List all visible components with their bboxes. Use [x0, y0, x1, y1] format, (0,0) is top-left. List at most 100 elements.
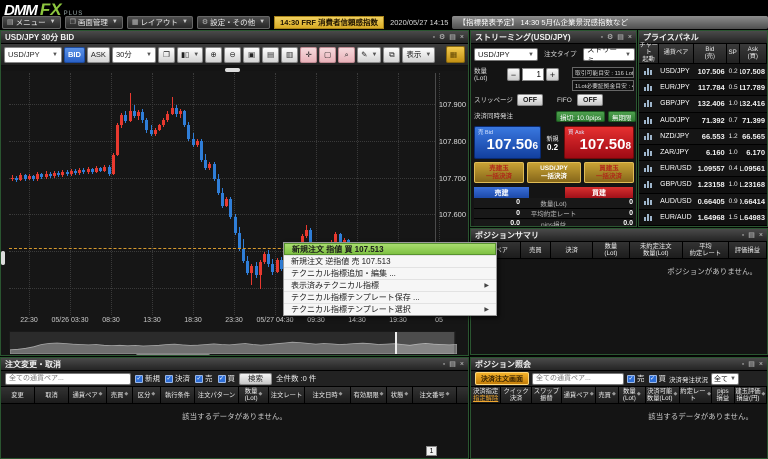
ask-value[interactable]: 117.789	[740, 83, 767, 92]
column-header[interactable]: 注文番号 ◆	[413, 387, 457, 404]
settings-icon[interactable]: ⚙	[439, 34, 445, 41]
print-icon[interactable]: ▤	[748, 361, 755, 368]
left-resize-handle[interactable]	[1, 251, 5, 265]
ask-value[interactable]: 0.66414	[740, 197, 767, 206]
chart-launch-icon[interactable]	[644, 116, 653, 124]
fit-chart-icon[interactable]: ▣	[243, 46, 261, 63]
orders-filter-checkbox[interactable]: ✓ 買	[217, 373, 235, 384]
chart-launch-icon[interactable]	[644, 213, 653, 221]
quick-order-icon[interactable]: ▦	[446, 46, 465, 63]
chart-type-select[interactable]: ▮▯ ▼	[176, 46, 204, 63]
economic-indicator-ticker[interactable]: 14:30 FRF 消費者信頼感指数	[274, 15, 385, 29]
qty-minus-button[interactable]: −	[507, 68, 520, 81]
column-header[interactable]: 建玉評価 損益(円) ◆	[735, 387, 767, 404]
close-icon[interactable]: ×	[759, 232, 763, 239]
chart-launch-icon[interactable]	[644, 149, 653, 157]
chart-launch-icon[interactable]	[644, 181, 653, 189]
close-all-sell-button[interactable]: 売建玉 一括決済	[474, 162, 524, 183]
close-icon[interactable]: ×	[460, 361, 464, 368]
sell-bid-button[interactable]: 売 Bid 107.506	[474, 126, 541, 159]
column-header[interactable]: 区分 ◆	[133, 387, 161, 404]
ask-value[interactable]: 1.23168	[740, 180, 767, 189]
bid-value[interactable]: 0.66405	[694, 197, 727, 206]
crosshair-icon[interactable]: ✛	[300, 46, 318, 63]
pair-select[interactable]: USD/JPY ▼	[4, 46, 62, 63]
chart-launch-icon[interactable]	[644, 197, 653, 205]
qty-input[interactable]	[522, 68, 544, 81]
no-expiry-badge[interactable]: 無期限	[608, 111, 636, 122]
print-icon[interactable]: ▤	[617, 34, 624, 41]
bid-value[interactable]: 1.09557	[694, 164, 727, 173]
bid-toggle-button[interactable]: BID	[64, 46, 85, 63]
ask-value[interactable]: 1.64983	[740, 213, 767, 222]
close-order-screen-button[interactable]: 決済注文画面	[475, 372, 529, 385]
fit-width-icon[interactable]: ▤	[262, 46, 280, 63]
chart-launch-icon[interactable]	[644, 100, 653, 108]
minimize-icon[interactable]: ▫	[433, 34, 435, 41]
orders-pair-filter-input[interactable]	[5, 372, 131, 385]
ask-value[interactable]: 71.399	[740, 116, 767, 125]
context-menu-item[interactable]: 新規注文 逆指値 売 107.513	[284, 255, 496, 267]
bid-value[interactable]: 1.23158	[694, 180, 727, 189]
close-icon[interactable]: ×	[759, 361, 763, 368]
close-all-buy-button[interactable]: 買建玉 一括決済	[584, 162, 634, 183]
display-menu-button[interactable]: 表示 ▼	[402, 46, 436, 63]
duplicate-chart-icon[interactable]: ❐	[157, 46, 175, 63]
column-header[interactable]: 通貨ペア ◆	[562, 387, 597, 404]
ask-toggle-button[interactable]: ASK	[86, 46, 110, 63]
orders-filter-checkbox[interactable]: ✓ 新規	[135, 373, 160, 384]
column-header[interactable]: 売買 ◆	[596, 387, 619, 404]
close-order-status-select[interactable]: 全て ▼	[711, 372, 739, 385]
settings-icon[interactable]: ⚙	[607, 34, 613, 41]
column-header[interactable]: 約定レート ◆	[680, 387, 712, 404]
context-menu-item[interactable]: テクニカル指標テンプレート選択 ▶	[284, 303, 496, 315]
minimize-icon[interactable]: ▫	[443, 361, 445, 368]
print-icon[interactable]: ▤	[748, 232, 755, 239]
positions-pair-filter-input[interactable]	[532, 372, 624, 385]
fifo-toggle[interactable]: OFF	[577, 94, 603, 106]
stop-loss-badge[interactable]: 損切: 10.0pips	[556, 111, 606, 122]
column-header[interactable]: 注文日時 ◆	[305, 387, 351, 404]
zoom-out-icon[interactable]: ⊖	[224, 46, 242, 63]
bid-value[interactable]: 132.406	[694, 99, 727, 108]
ask-value[interactable]: 1.09561	[740, 164, 767, 173]
settings-other-button[interactable]: ⚙ 設定・その他 ▼	[196, 15, 271, 29]
bid-value[interactable]: 107.506	[694, 67, 727, 76]
bid-value[interactable]: 6.160	[694, 148, 727, 157]
close-all-pair-button[interactable]: USD/JPY 一括決済	[527, 162, 581, 183]
print-icon[interactable]: ▤	[449, 361, 456, 368]
navigator-selection[interactable]	[395, 332, 454, 354]
chart-launch-icon[interactable]	[644, 68, 653, 76]
orders-filter-checkbox[interactable]: ✓ 決済	[165, 373, 190, 384]
bid-value[interactable]: 66.553	[694, 132, 727, 141]
capture-icon[interactable]: ⧉	[383, 46, 401, 63]
search-button[interactable]: 検索	[239, 372, 272, 385]
close-icon[interactable]: ×	[460, 34, 464, 41]
positions-filter-checkbox[interactable]: ✓ 売	[627, 373, 645, 384]
column-header[interactable]: 数量 (Lot) ◆	[619, 387, 646, 404]
column-header[interactable]: 有効期限 ◆	[351, 387, 387, 404]
fit-height-icon[interactable]: ▥	[281, 46, 299, 63]
screen-manage-button[interactable]: ❐ 画面管理 ▼	[64, 15, 123, 29]
minimize-icon[interactable]: ▫	[742, 361, 744, 368]
column-header[interactable]: 数量 (Lot) ◆	[239, 387, 269, 404]
close-icon[interactable]: ×	[628, 34, 632, 41]
column-header[interactable]: 売買 ◆	[107, 387, 133, 404]
context-menu-item[interactable]: 表示済みテクニカル指標 ▶	[284, 279, 496, 291]
ask-value[interactable]: 107.508	[740, 67, 767, 76]
order-type-select[interactable]: ストリーミ... ▼	[583, 45, 635, 65]
bid-value[interactable]: 1.64968	[694, 213, 727, 222]
ask-value[interactable]: 66.565	[740, 132, 767, 141]
slippage-toggle[interactable]: OFF	[517, 94, 543, 106]
bid-value[interactable]: 71.392	[694, 116, 727, 125]
chart-navigator[interactable]	[9, 331, 458, 355]
print-icon[interactable]: ▤	[449, 34, 456, 41]
menu-button[interactable]: ▤ メニュー ▼	[2, 15, 61, 29]
minimize-icon[interactable]: ▫	[742, 232, 744, 239]
draw-tool-select[interactable]: ✎ ▼	[357, 46, 382, 63]
page-number[interactable]: 1	[426, 446, 437, 456]
area-zoom-icon[interactable]: ▢	[319, 46, 337, 63]
bid-value[interactable]: 117.784	[694, 83, 727, 92]
qty-plus-button[interactable]: +	[546, 68, 559, 81]
orders-filter-checkbox[interactable]: ✓ 売	[195, 373, 213, 384]
